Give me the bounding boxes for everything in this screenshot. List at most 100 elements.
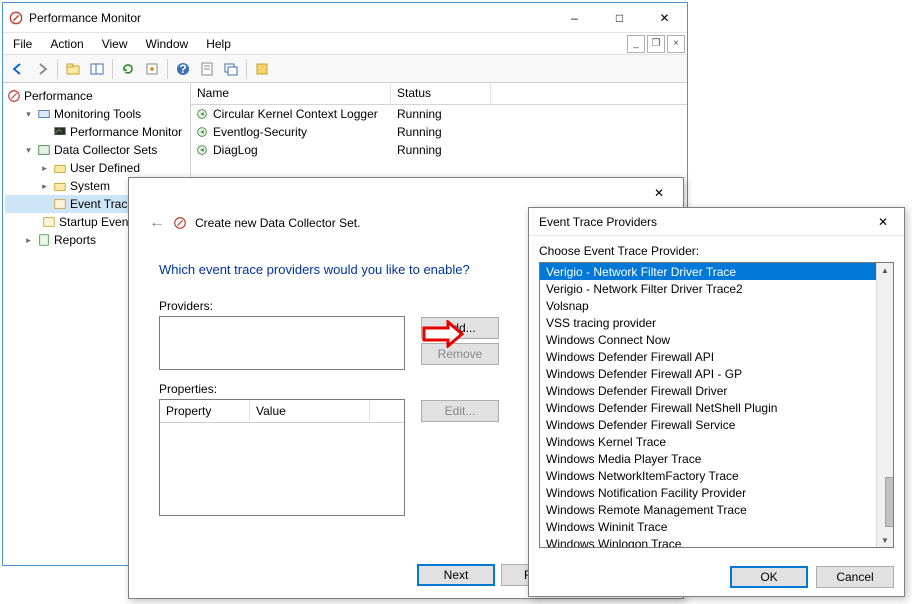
tree-dcs[interactable]: ▾ Data Collector Sets	[5, 141, 188, 159]
tree-root-label: Performance	[24, 89, 93, 103]
session-icon	[195, 143, 209, 157]
provider-item[interactable]: Windows Defender Firewall Service	[540, 416, 893, 433]
provider-item[interactable]: Windows Remote Management Trace	[540, 501, 893, 518]
app-icon	[9, 11, 23, 25]
collapse-icon[interactable]: ▾	[23, 145, 34, 156]
titlebar[interactable]: Performance Monitor – □ ✕	[3, 3, 687, 33]
extra-icon[interactable]	[251, 58, 273, 80]
ok-button[interactable]: OK	[730, 566, 808, 588]
list-row[interactable]: DiagLogRunning	[191, 141, 687, 159]
properties-label: Properties:	[159, 382, 405, 396]
edit-button[interactable]: Edit...	[421, 400, 499, 422]
tree-userdef[interactable]: ▸ User Defined	[5, 159, 188, 177]
provider-item[interactable]: Windows Kernel Trace	[540, 433, 893, 450]
session-icon	[195, 125, 209, 139]
perf-icon	[7, 89, 21, 103]
tree-root[interactable]: Performance	[5, 87, 188, 105]
win-min-icon[interactable]: _	[627, 35, 645, 53]
provider-listbox[interactable]: Verigio - Network Filter Driver TraceVer…	[539, 262, 894, 548]
picker-title: Event Trace Providers	[539, 215, 657, 229]
win-restore-icon[interactable]: ❐	[647, 35, 665, 53]
tree-userdef-label: User Defined	[70, 161, 140, 175]
tree-dcs-label: Data Collector Sets	[54, 143, 157, 157]
minimize-button[interactable]: –	[552, 3, 597, 32]
provider-item[interactable]: Windows Defender Firewall API	[540, 348, 893, 365]
wizard-close-button[interactable]: ✕	[639, 181, 679, 205]
col-property[interactable]: Property	[160, 400, 250, 422]
add-button[interactable]: Add...	[421, 317, 499, 339]
provider-item[interactable]: Windows Defender Firewall NetShell Plugi…	[540, 399, 893, 416]
close-button[interactable]: ✕	[642, 3, 687, 32]
expand-icon[interactable]: ▸	[39, 163, 50, 174]
folder-icon[interactable]	[62, 58, 84, 80]
provider-item[interactable]: Windows NetworkItemFactory Trace	[540, 467, 893, 484]
row-name: Eventlog-Security	[213, 125, 307, 139]
toolbar: ?	[3, 55, 687, 83]
wizard-header: Create new Data Collector Set.	[195, 216, 360, 230]
wizard-back-icon[interactable]: ←	[149, 214, 165, 232]
menu-window[interactable]: Window	[138, 35, 197, 53]
menu-file[interactable]: File	[5, 35, 40, 53]
forward-icon[interactable]	[31, 58, 53, 80]
col-status[interactable]: Status	[391, 83, 491, 104]
scroll-up-icon[interactable]: ▲	[881, 263, 889, 277]
tree-monitoring[interactable]: ▾ Monitoring Tools	[5, 105, 188, 123]
folder-icon	[53, 161, 67, 175]
svg-text:?: ?	[179, 62, 186, 76]
provider-item[interactable]: Volsnap	[540, 297, 893, 314]
picker-titlebar[interactable]: Event Trace Providers ✕	[529, 208, 904, 236]
export-icon[interactable]	[141, 58, 163, 80]
scroll-down-icon[interactable]: ▼	[881, 533, 889, 547]
win-close-icon[interactable]: ×	[667, 35, 685, 53]
expand-icon[interactable]: ▸	[23, 235, 34, 246]
provider-item[interactable]: Windows Media Player Trace	[540, 450, 893, 467]
props-icon[interactable]	[196, 58, 218, 80]
expand-icon[interactable]: ▸	[39, 181, 50, 192]
list-row[interactable]: Circular Kernel Context LoggerRunning	[191, 105, 687, 123]
provider-item[interactable]: Verigio - Network Filter Driver Trace	[540, 263, 893, 280]
row-status: Running	[391, 125, 491, 139]
providers-label: Providers:	[159, 299, 405, 313]
col-value[interactable]: Value	[250, 400, 370, 422]
window-title: Performance Monitor	[29, 11, 141, 25]
picker-close-button[interactable]: ✕	[868, 211, 898, 233]
reports-icon	[37, 233, 51, 247]
provider-item[interactable]: Windows Defender Firewall API - GP	[540, 365, 893, 382]
collapse-icon[interactable]: ▾	[23, 109, 34, 120]
scroll-thumb[interactable]	[885, 477, 894, 527]
provider-item[interactable]: Windows Connect Now	[540, 331, 893, 348]
panes-icon[interactable]	[86, 58, 108, 80]
list-row[interactable]: Eventlog-Security Running	[191, 123, 687, 141]
picker-label: Choose Event Trace Provider:	[539, 244, 894, 258]
trace-icon	[42, 215, 56, 229]
maximize-button[interactable]: □	[597, 3, 642, 32]
tree-reports-label: Reports	[54, 233, 96, 247]
row-name: Circular Kernel Context Logger	[213, 107, 378, 121]
list-header[interactable]: Name Status	[191, 83, 687, 105]
col-name[interactable]: Name	[191, 83, 391, 104]
properties-table[interactable]: Property Value	[159, 399, 405, 516]
provider-item[interactable]: Windows Notification Facility Provider	[540, 484, 893, 501]
provider-item[interactable]: Verigio - Network Filter Driver Trace2	[540, 280, 893, 297]
scrollbar[interactable]: ▲ ▼	[876, 263, 893, 547]
picker-cancel-button[interactable]: Cancel	[816, 566, 894, 588]
monitor-icon	[53, 125, 67, 139]
tree-system-label: System	[70, 179, 110, 193]
next-button[interactable]: Next	[417, 564, 495, 586]
provider-item[interactable]: VSS tracing provider	[540, 314, 893, 331]
menu-action[interactable]: Action	[42, 35, 91, 53]
refresh-icon[interactable]	[117, 58, 139, 80]
window-icon[interactable]	[220, 58, 242, 80]
back-icon[interactable]	[7, 58, 29, 80]
remove-button[interactable]: Remove	[421, 343, 499, 365]
menu-help[interactable]: Help	[198, 35, 239, 53]
help-icon[interactable]: ?	[172, 58, 194, 80]
trace-icon	[53, 197, 67, 211]
provider-item[interactable]: Windows Wininit Trace	[540, 518, 893, 535]
tree-perfmon[interactable]: Performance Monitor	[5, 123, 188, 141]
provider-item[interactable]: Windows Defender Firewall Driver	[540, 382, 893, 399]
provider-item[interactable]: Windows Winlogon Trace	[540, 535, 893, 548]
providers-list[interactable]	[159, 316, 405, 370]
session-icon	[195, 107, 209, 121]
menu-view[interactable]: View	[94, 35, 136, 53]
